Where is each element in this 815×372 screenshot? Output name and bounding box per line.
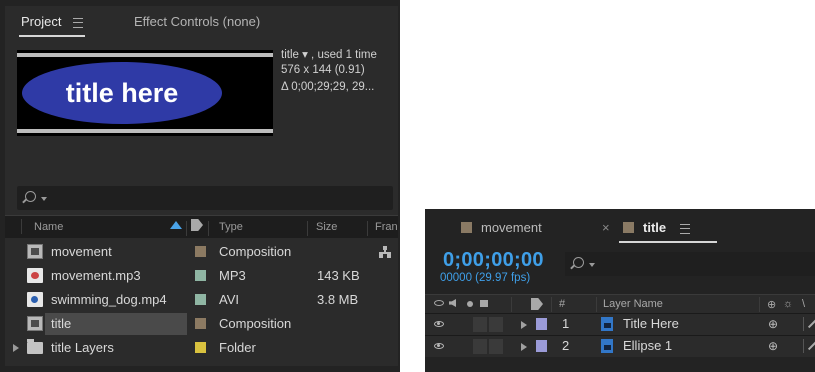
- layer-number: 2: [562, 338, 570, 353]
- search-icon: [573, 257, 584, 268]
- item-name: title Layers: [51, 340, 114, 355]
- panel-menu-icon[interactable]: [679, 223, 690, 234]
- project-panel: Project Effect Controls (none) title her…: [0, 0, 400, 372]
- tab-title[interactable]: title: [623, 220, 690, 235]
- tab-project-label: Project: [21, 14, 62, 29]
- chevron-down-icon[interactable]: [41, 197, 47, 201]
- text-layer-icon: [601, 317, 613, 331]
- preview-info-duration: Δ 0;00;29;29, 29...: [281, 81, 375, 93]
- label-color-swatch[interactable]: [195, 246, 206, 257]
- quality-icon[interactable]: \: [802, 298, 805, 310]
- eye-icon[interactable]: [434, 343, 444, 349]
- tab-project[interactable]: Project: [19, 14, 86, 37]
- tab-effect-controls-label: Effect Controls (none): [134, 14, 261, 29]
- lock-switch[interactable]: [489, 339, 503, 354]
- tab-title-label: title: [643, 220, 667, 235]
- expand-arrow-icon[interactable]: [13, 344, 19, 352]
- column-name[interactable]: Name: [34, 221, 63, 233]
- preview-info-name[interactable]: title ▾ , used 1 time: [281, 47, 377, 61]
- project-item-movement[interactable]: movement Composition: [5, 240, 398, 264]
- item-size: 143 KB: [317, 268, 360, 283]
- item-name: title: [51, 316, 72, 331]
- column-frame-rate[interactable]: Fran: [375, 221, 398, 233]
- column-size[interactable]: Size: [316, 221, 337, 233]
- video-visibility-icon[interactable]: [434, 300, 444, 306]
- label-color-swatch[interactable]: [195, 294, 206, 305]
- project-item-movement-mp3[interactable]: movement.mp3 MP3 143 KB: [5, 264, 398, 288]
- panel-menu-icon[interactable]: [73, 17, 84, 28]
- active-tab-underline: [619, 241, 717, 243]
- eye-icon[interactable]: [434, 321, 444, 327]
- project-item-swimming-dog[interactable]: swimming_dog.mp4 AVI 3.8 MB: [5, 288, 398, 312]
- item-type: Folder: [219, 340, 256, 355]
- lock-switch[interactable]: [489, 317, 503, 332]
- item-size: 3.8 MB: [317, 292, 359, 307]
- solo-switch[interactable]: [473, 339, 487, 354]
- preview-thumbnail: title here: [17, 50, 273, 136]
- layer-name[interactable]: Title Here: [623, 316, 679, 331]
- item-name: movement.mp3: [51, 268, 141, 283]
- layer-row[interactable]: 2 Ellipse 1 ⊕: [425, 335, 815, 357]
- expand-arrow-icon[interactable]: [521, 343, 527, 351]
- label-color-swatch[interactable]: [195, 270, 206, 281]
- shy-switch-icon[interactable]: ⊕: [768, 339, 781, 353]
- preview-info-dimensions: 576 x 144 (0.91): [281, 64, 365, 76]
- shape-layer-icon: [601, 339, 613, 353]
- expand-arrow-icon[interactable]: [521, 321, 527, 329]
- timeline-search-input[interactable]: [565, 252, 815, 276]
- label-color-swatch[interactable]: [536, 340, 547, 352]
- frame-readout: 00000 (29.97 fps): [440, 272, 531, 284]
- solo-icon[interactable]: [467, 301, 473, 307]
- label-color-swatch[interactable]: [195, 342, 206, 353]
- quality-switch[interactable]: [803, 317, 815, 331]
- item-name: swimming_dog.mp4: [51, 292, 167, 307]
- project-search-input[interactable]: [17, 186, 393, 210]
- project-column-header: Name Type Size Fran: [5, 215, 398, 238]
- current-time-display[interactable]: 0;00;00;00: [443, 249, 544, 272]
- tab-effect-controls[interactable]: Effect Controls (none): [134, 14, 260, 29]
- video-file-icon: [27, 292, 43, 307]
- shy-icon[interactable]: ⊕: [767, 298, 776, 311]
- tab-movement[interactable]: movement: [461, 220, 542, 235]
- column-layer-name[interactable]: Layer Name: [603, 298, 663, 310]
- composition-color-swatch: [461, 222, 472, 233]
- label-tag-icon[interactable]: [191, 219, 203, 231]
- column-number[interactable]: #: [559, 298, 565, 310]
- sort-ascending-icon[interactable]: [170, 221, 182, 229]
- composition-icon: [27, 244, 43, 259]
- layer-row[interactable]: 1 Title Here ⊕: [425, 313, 815, 335]
- chevron-down-icon[interactable]: [589, 263, 595, 267]
- column-type[interactable]: Type: [219, 221, 243, 233]
- label-tag-icon[interactable]: [531, 298, 543, 310]
- audio-file-icon: [27, 268, 43, 283]
- shy-switch-icon[interactable]: ⊕: [768, 317, 781, 331]
- close-icon[interactable]: ×: [602, 220, 610, 235]
- item-type: Composition: [219, 316, 292, 331]
- layer-number: 1: [562, 316, 570, 331]
- item-type: MP3: [219, 268, 246, 283]
- timeline-panel: movement × title 0;00;00;00 00000 (29.97…: [425, 209, 815, 372]
- item-type: AVI: [219, 292, 239, 307]
- quality-switch[interactable]: [803, 339, 815, 353]
- lock-icon[interactable]: [480, 300, 488, 307]
- layer-column-header: # Layer Name ⊕ ☼ \: [425, 294, 815, 313]
- label-color-swatch[interactable]: [536, 318, 547, 330]
- project-item-title-layers[interactable]: title Layers Folder: [5, 336, 398, 360]
- composition-icon: [27, 316, 43, 331]
- project-item-title[interactable]: title Composition: [5, 312, 398, 336]
- item-type: Composition: [219, 244, 292, 259]
- audio-icon[interactable]: [449, 299, 456, 307]
- composition-color-swatch: [623, 222, 634, 233]
- item-name: movement: [51, 244, 112, 259]
- layer-name[interactable]: Ellipse 1: [623, 338, 672, 353]
- flowchart-icon[interactable]: [379, 246, 391, 258]
- folder-icon: [27, 339, 43, 354]
- label-color-swatch[interactable]: [195, 318, 206, 329]
- solo-switch[interactable]: [473, 317, 487, 332]
- collapse-icon[interactable]: ☼: [783, 298, 793, 310]
- tab-movement-label: movement: [481, 220, 542, 235]
- preview-text: title here: [65, 78, 179, 108]
- search-icon: [25, 191, 36, 202]
